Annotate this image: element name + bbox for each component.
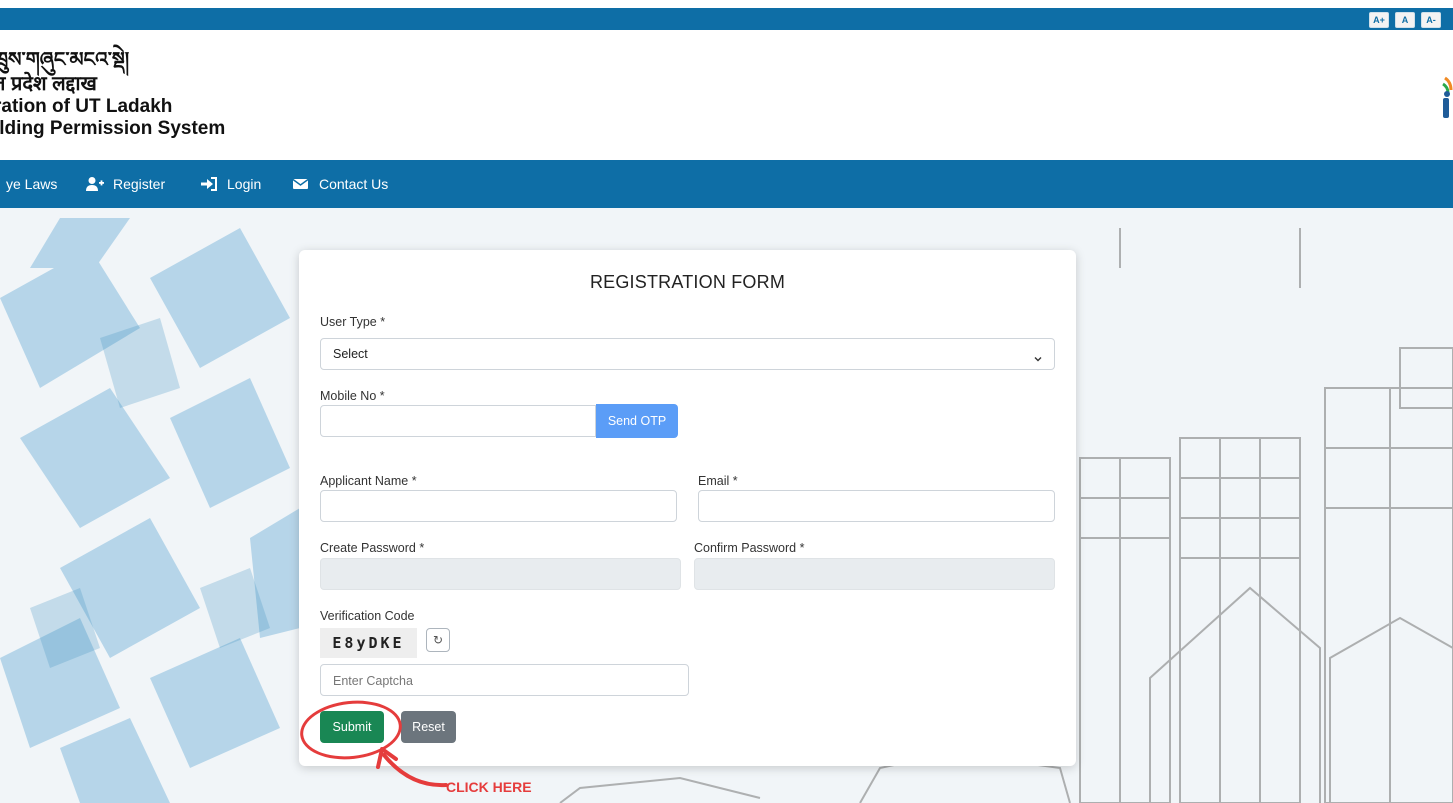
nav-bye-laws-label: ye Laws	[6, 176, 58, 192]
refresh-icon: ↻	[432, 633, 444, 647]
email-input[interactable]	[698, 490, 1055, 522]
envelope-icon	[292, 176, 310, 192]
title-hindi: त प्रदेश लद्दाख	[0, 73, 97, 95]
title-system: ilding Permission System	[0, 118, 226, 139]
nav-contact-us-label: Contact Us	[319, 176, 389, 192]
confirm-password-label: Confirm Password *	[694, 541, 805, 555]
captcha-image: E8yDKE	[320, 628, 417, 658]
site-titles: ཁྲུས་གཞུང་མངའ་སྡེ། त प्रदेश लद्दाख ratio…	[0, 48, 225, 140]
title-tibetan: ཁྲུས་གཞུང་མངའ་སྡེ།	[0, 49, 130, 71]
send-otp-button[interactable]: Send OTP	[596, 404, 678, 438]
nav-register[interactable]: Register	[86, 160, 165, 208]
form-title: REGISTRATION FORM	[589, 272, 786, 292]
user-type-selected-value: Select	[333, 347, 368, 361]
annotation-arrow-icon	[376, 747, 448, 788]
nav-contact-us[interactable]: Contact Us	[292, 160, 388, 208]
font-normal-button[interactable]: A	[1395, 12, 1415, 28]
main-nav: ye Laws Register Login Contact Us	[0, 160, 1453, 208]
site-header: ཁྲུས་གཞུང་མངའ་སྡེ། त प्रदेश लद्दाख ratio…	[0, 30, 1453, 160]
create-password-label: Create Password *	[320, 541, 425, 555]
font-size-controls: A+ A A-	[1369, 12, 1441, 28]
captcha-input[interactable]: Enter Captcha	[320, 664, 689, 696]
click-here-annotation: CLICK HERE	[446, 779, 532, 795]
applicant-name-input[interactable]	[320, 490, 677, 522]
top-strip	[0, 0, 1453, 8]
create-password-input[interactable]	[320, 558, 681, 590]
reset-button[interactable]: Reset	[401, 711, 456, 743]
user-plus-icon	[86, 176, 104, 192]
confirm-password-input[interactable]	[694, 558, 1055, 590]
mobile-input[interactable]	[320, 405, 596, 437]
logo-icon	[1425, 72, 1453, 124]
top-utility-bar: A+ A A-	[0, 8, 1453, 30]
nav-register-label: Register	[113, 176, 166, 192]
font-increase-button[interactable]: A+	[1369, 12, 1389, 28]
refresh-captcha-button[interactable]: ↻	[426, 628, 450, 652]
user-type-select[interactable]: Select	[320, 338, 1055, 370]
captcha-placeholder: Enter Captcha	[333, 674, 413, 688]
registration-form-card: REGISTRATION FORM User Type * Select Mob…	[299, 250, 1076, 766]
verification-code-label: Verification Code	[320, 609, 415, 623]
nav-login[interactable]: Login	[200, 160, 261, 208]
mobile-label: Mobile No *	[320, 389, 385, 403]
font-decrease-button[interactable]: A-	[1421, 12, 1441, 28]
email-label: Email *	[698, 474, 738, 488]
applicant-name-label: Applicant Name *	[320, 474, 417, 488]
sign-in-icon	[200, 176, 218, 192]
nav-login-label: Login	[227, 176, 262, 192]
nav-bye-laws[interactable]: ye Laws	[6, 160, 57, 208]
chevron-down-icon	[1034, 350, 1042, 362]
title-administration: ration of UT Ladakh	[0, 96, 173, 117]
user-type-label: User Type *	[320, 315, 386, 329]
